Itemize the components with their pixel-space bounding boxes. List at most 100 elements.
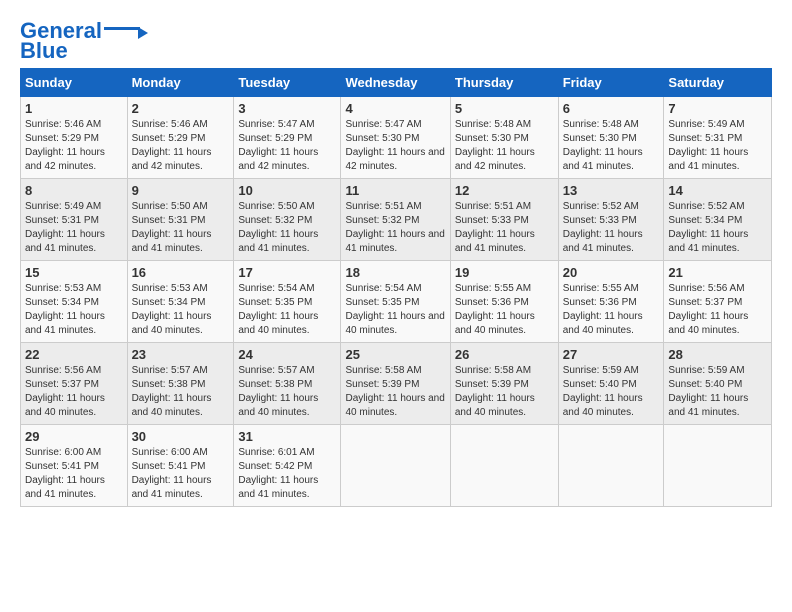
day-info: Sunrise: 5:46 AMSunset: 5:29 PMDaylight:…: [132, 118, 230, 174]
day-info: Sunrise: 5:47 AMSunset: 5:30 PMDaylight:…: [345, 118, 445, 174]
calendar-week-row: 8 Sunrise: 5:49 AMSunset: 5:31 PMDaylight…: [21, 179, 772, 261]
day-info: Sunrise: 5:59 AMSunset: 5:40 PMDaylight:…: [563, 364, 660, 420]
day-number: 2: [132, 101, 230, 116]
calendar-day-cell: 15 Sunrise: 5:53 AMSunset: 5:34 PMDayligh…: [21, 261, 128, 343]
calendar-day-cell: 26Sunrise: 5:58 AMSunset: 5:39 PMDayligh…: [450, 343, 558, 425]
day-number: 27: [563, 347, 660, 362]
day-info: Sunrise: 5:57 AMSunset: 5:38 PMDaylight:…: [132, 364, 230, 420]
day-number: 31: [238, 429, 336, 444]
day-info: Sunrise: 5:46 AMSunset: 5:29 PMDaylight:…: [25, 118, 123, 174]
day-info: Sunrise: 5:51 AMSunset: 5:33 PMDaylight:…: [455, 200, 554, 256]
calendar-day-cell: 7 Sunrise: 5:49 AMSunset: 5:31 PMDaylight…: [664, 97, 772, 179]
day-info: Sunrise: 5:55 AMSunset: 5:36 PMDaylight:…: [563, 282, 660, 338]
day-number: 12: [455, 183, 554, 198]
calendar-day-cell: 9Sunrise: 5:50 AMSunset: 5:31 PMDaylight…: [127, 179, 234, 261]
calendar-day-cell: 13 Sunrise: 5:52 AMSunset: 5:33 PMDayligh…: [558, 179, 664, 261]
calendar-day-cell: 19Sunrise: 5:55 AMSunset: 5:36 PMDayligh…: [450, 261, 558, 343]
calendar-day-cell: 31 Sunrise: 6:01 AMSunset: 5:42 PMDayligh…: [234, 425, 341, 507]
calendar-day-cell: 25 Sunrise: 5:58 AMSunset: 5:39 PMDayligh…: [341, 343, 450, 425]
calendar-day-cell: [450, 425, 558, 507]
day-number: 20: [563, 265, 660, 280]
logo: General Blue: [20, 20, 148, 62]
calendar-day-cell: 18 Sunrise: 5:54 AMSunset: 5:35 PMDayligh…: [341, 261, 450, 343]
day-number: 14: [668, 183, 767, 198]
day-info: Sunrise: 5:47 AMSunset: 5:29 PMDaylight:…: [238, 118, 336, 174]
calendar-day-cell: 17 Sunrise: 5:54 AMSunset: 5:35 PMDayligh…: [234, 261, 341, 343]
calendar-day-cell: 11 Sunrise: 5:51 AMSunset: 5:32 PMDayligh…: [341, 179, 450, 261]
calendar-day-cell: 29 Sunrise: 6:00 AMSunset: 5:41 PMDayligh…: [21, 425, 128, 507]
calendar-day-cell: 22Sunrise: 5:56 AMSunset: 5:37 PMDayligh…: [21, 343, 128, 425]
calendar-day-cell: 8 Sunrise: 5:49 AMSunset: 5:31 PMDaylight…: [21, 179, 128, 261]
day-number: 6: [563, 101, 660, 116]
day-number: 28: [668, 347, 767, 362]
day-of-week-header: Wednesday: [341, 69, 450, 97]
day-number: 26: [455, 347, 554, 362]
day-info: Sunrise: 5:49 AMSunset: 5:31 PMDaylight:…: [25, 200, 123, 256]
day-number: 7: [668, 101, 767, 116]
calendar-table: SundayMondayTuesdayWednesdayThursdayFrid…: [20, 68, 772, 507]
calendar-day-cell: 12 Sunrise: 5:51 AMSunset: 5:33 PMDayligh…: [450, 179, 558, 261]
day-number: 9: [132, 183, 230, 198]
day-of-week-header: Saturday: [664, 69, 772, 97]
calendar-day-cell: [558, 425, 664, 507]
calendar-day-cell: 2 Sunrise: 5:46 AMSunset: 5:29 PMDaylight…: [127, 97, 234, 179]
day-info: Sunrise: 5:52 AMSunset: 5:33 PMDaylight:…: [563, 200, 660, 256]
day-info: Sunrise: 5:48 AMSunset: 5:30 PMDaylight:…: [455, 118, 554, 174]
day-info: Sunrise: 5:48 AMSunset: 5:30 PMDaylight:…: [563, 118, 660, 174]
day-info: Sunrise: 5:58 AMSunset: 5:39 PMDaylight:…: [345, 364, 445, 420]
day-info: Sunrise: 6:01 AMSunset: 5:42 PMDaylight:…: [238, 446, 336, 502]
day-number: 3: [238, 101, 336, 116]
day-number: 17: [238, 265, 336, 280]
calendar-week-row: 15 Sunrise: 5:53 AMSunset: 5:34 PMDayligh…: [21, 261, 772, 343]
day-info: Sunrise: 5:51 AMSunset: 5:32 PMDaylight:…: [345, 200, 445, 256]
day-number: 29: [25, 429, 123, 444]
day-of-week-header: Sunday: [21, 69, 128, 97]
day-of-week-header: Thursday: [450, 69, 558, 97]
calendar-day-cell: 14Sunrise: 5:52 AMSunset: 5:34 PMDayligh…: [664, 179, 772, 261]
day-number: 4: [345, 101, 445, 116]
day-info: Sunrise: 5:53 AMSunset: 5:34 PMDaylight:…: [132, 282, 230, 338]
day-number: 22: [25, 347, 123, 362]
calendar-day-cell: [341, 425, 450, 507]
day-info: Sunrise: 5:55 AMSunset: 5:36 PMDaylight:…: [455, 282, 554, 338]
day-info: Sunrise: 5:53 AMSunset: 5:34 PMDaylight:…: [25, 282, 123, 338]
day-number: 18: [345, 265, 445, 280]
calendar-day-cell: 4 Sunrise: 5:47 AMSunset: 5:30 PMDaylight…: [341, 97, 450, 179]
day-info: Sunrise: 5:49 AMSunset: 5:31 PMDaylight:…: [668, 118, 767, 174]
day-info: Sunrise: 5:59 AMSunset: 5:40 PMDaylight:…: [668, 364, 767, 420]
logo-subtext: Blue: [20, 40, 68, 62]
day-number: 15: [25, 265, 123, 280]
day-info: Sunrise: 5:50 AMSunset: 5:32 PMDaylight:…: [238, 200, 336, 256]
calendar-day-cell: 21Sunrise: 5:56 AMSunset: 5:37 PMDayligh…: [664, 261, 772, 343]
calendar-day-cell: 6 Sunrise: 5:48 AMSunset: 5:30 PMDaylight…: [558, 97, 664, 179]
day-info: Sunrise: 5:54 AMSunset: 5:35 PMDaylight:…: [238, 282, 336, 338]
calendar-day-cell: 24 Sunrise: 5:57 AMSunset: 5:38 PMDayligh…: [234, 343, 341, 425]
day-of-week-header: Tuesday: [234, 69, 341, 97]
day-number: 10: [238, 183, 336, 198]
day-number: 24: [238, 347, 336, 362]
calendar-week-row: 22Sunrise: 5:56 AMSunset: 5:37 PMDayligh…: [21, 343, 772, 425]
day-of-week-header: Friday: [558, 69, 664, 97]
day-number: 8: [25, 183, 123, 198]
calendar-day-cell: 23Sunrise: 5:57 AMSunset: 5:38 PMDayligh…: [127, 343, 234, 425]
calendar-day-cell: 5 Sunrise: 5:48 AMSunset: 5:30 PMDaylight…: [450, 97, 558, 179]
calendar-day-cell: 28 Sunrise: 5:59 AMSunset: 5:40 PMDayligh…: [664, 343, 772, 425]
day-info: Sunrise: 6:00 AMSunset: 5:41 PMDaylight:…: [25, 446, 123, 502]
calendar-week-row: 1Sunrise: 5:46 AMSunset: 5:29 PMDaylight…: [21, 97, 772, 179]
day-info: Sunrise: 5:54 AMSunset: 5:35 PMDaylight:…: [345, 282, 445, 338]
calendar-day-cell: 10 Sunrise: 5:50 AMSunset: 5:32 PMDayligh…: [234, 179, 341, 261]
calendar-day-cell: [664, 425, 772, 507]
day-number: 11: [345, 183, 445, 198]
day-number: 30: [132, 429, 230, 444]
day-info: Sunrise: 5:56 AMSunset: 5:37 PMDaylight:…: [668, 282, 767, 338]
calendar-day-cell: 1Sunrise: 5:46 AMSunset: 5:29 PMDaylight…: [21, 97, 128, 179]
calendar-day-cell: 16Sunrise: 5:53 AMSunset: 5:34 PMDayligh…: [127, 261, 234, 343]
day-info: Sunrise: 5:57 AMSunset: 5:38 PMDaylight:…: [238, 364, 336, 420]
day-number: 25: [345, 347, 445, 362]
day-number: 13: [563, 183, 660, 198]
calendar-header-row: SundayMondayTuesdayWednesdayThursdayFrid…: [21, 69, 772, 97]
calendar-day-cell: 27 Sunrise: 5:59 AMSunset: 5:40 PMDayligh…: [558, 343, 664, 425]
page-header: General Blue: [20, 20, 772, 62]
day-of-week-header: Monday: [127, 69, 234, 97]
day-number: 5: [455, 101, 554, 116]
